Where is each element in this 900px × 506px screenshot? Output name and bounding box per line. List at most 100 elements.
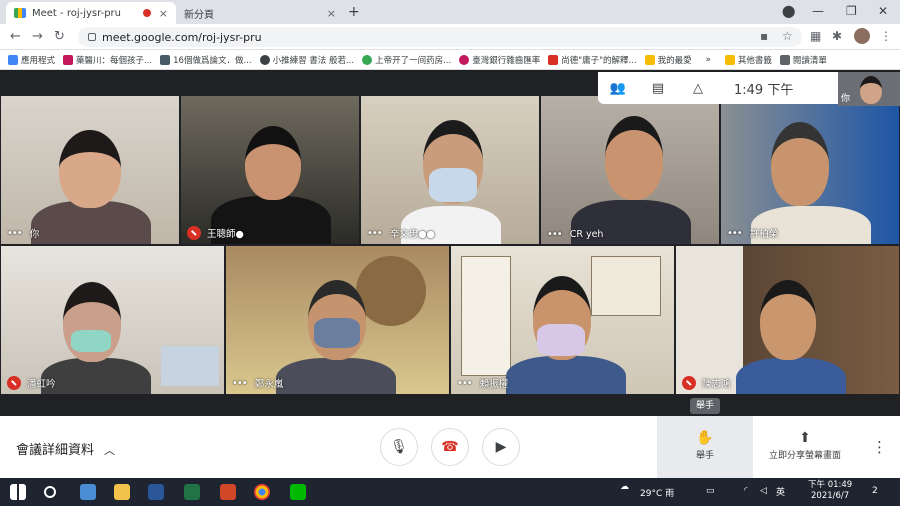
participant-name: 陳志鴻 [702, 379, 731, 390]
menu-icon[interactable]: ⋮ [880, 29, 892, 43]
meeting-details-button[interactable]: 會議詳細資料 ︿ [16, 439, 115, 458]
chevron-up-icon: ︿ [104, 444, 116, 457]
participant-name: 賴振權 [479, 379, 509, 390]
url-text: meet.google.com/roj-jysr-pru [102, 30, 262, 44]
bookmark-item[interactable]: 16個做爲論文．做... [160, 54, 252, 66]
meet-favicon-icon [14, 8, 26, 18]
star-icon[interactable]: ☆ [782, 29, 793, 43]
audio-indicator-icon: ••• [367, 227, 383, 239]
weather-text[interactable]: 29°C 雨 [640, 486, 674, 499]
bookmark-icon [362, 54, 373, 65]
reload-button[interactable]: ↻ [54, 29, 65, 44]
present-icon: ⬆ [799, 430, 811, 446]
new-tab-button[interactable]: + [348, 4, 360, 20]
apps-icon [8, 54, 18, 65]
forward-button[interactable]: → [32, 29, 43, 44]
folder-icon [724, 54, 735, 65]
present-screen-button[interactable]: ⬆ 立即分享螢幕畫面 [760, 416, 850, 478]
app-icon[interactable] [80, 484, 96, 500]
chrome-icon[interactable] [254, 484, 270, 500]
meeting-info-bar: 👥 ▤ △ 1:49 下午 [598, 72, 838, 104]
bookmark-icon [63, 54, 74, 65]
profile-icon[interactable]: ⬤ [782, 4, 795, 18]
self-view[interactable]: 你 [838, 72, 900, 106]
ime-indicator[interactable]: 英 [776, 485, 785, 498]
audio-indicator-icon: ••• [547, 229, 563, 240]
bookmark-item[interactable]: 上帝开了一间药房... [362, 54, 451, 66]
url-field[interactable]: meet.google.com/roj-jysr-pru [78, 27, 802, 47]
folder-icon [644, 54, 655, 65]
clock[interactable]: 下午 01:49 2021/6/7 [808, 480, 852, 502]
mic-off-icon [682, 376, 696, 390]
bookmark-folder[interactable]: 我的最愛 [644, 54, 692, 66]
participant-tile[interactable]: 陳志鴻 [675, 245, 900, 395]
bookmark-item[interactable]: 小推練習 書法 般若... [259, 54, 354, 66]
reading-list[interactable]: 閱讀清單 [779, 54, 827, 66]
close-tab-icon[interactable]: × [159, 7, 168, 20]
back-button[interactable]: ← [10, 29, 21, 44]
participant-tile[interactable]: ••• 你 [0, 95, 180, 245]
bookmark-folder[interactable]: 其他書籤 [724, 54, 772, 66]
camera-icon[interactable]: ▪ [760, 29, 768, 43]
leave-call-button[interactable]: ☎ [431, 428, 469, 466]
wifi-icon[interactable]: ◜ [744, 486, 748, 496]
audio-indicator-icon: ••• [727, 227, 743, 239]
bookmarks-bar: 應用程式 藥醫川：每個孩子... 16個做爲論文．做... 小推練習 書法 般若… [0, 50, 900, 70]
bookmark-item[interactable]: 應用程式 [8, 54, 55, 66]
notifications-badge[interactable]: 2 [872, 486, 878, 496]
bookmark-item[interactable]: 藥醫川：每個孩子... [63, 54, 152, 66]
participant-tile[interactable]: ••• 辛文忠●● [360, 95, 540, 245]
participant-tile[interactable]: ••• 賴振權 [450, 245, 675, 395]
grid-icon[interactable]: ▦ [810, 29, 821, 43]
bookmark-icon [459, 54, 470, 65]
bookmark-item[interactable]: 尚德"庸子"的解釋... [548, 54, 637, 66]
battery-icon[interactable]: ▭ [706, 486, 715, 496]
chat-icon[interactable]: ▤ [638, 81, 678, 96]
line-icon[interactable] [290, 484, 306, 500]
participant-tile[interactable]: ••• 許柏榮 [720, 95, 900, 245]
participant-tile[interactable]: 王聰師● [180, 95, 360, 245]
more-options-icon[interactable]: ⋮ [872, 438, 887, 456]
close-window-button[interactable]: ✕ [878, 4, 888, 18]
tab-meet[interactable]: Meet - roj-jysr-pru × [6, 2, 176, 24]
tab-bar: Meet - roj-jysr-pru × 新分頁 × + ⬤ — ❐ ✕ [0, 0, 900, 24]
excel-icon[interactable] [184, 484, 200, 500]
audio-indicator-icon: ••• [457, 377, 473, 389]
video-grid: ••• 你 王聰師● ••• 辛文忠●● ••• CR yeh ••• 許柏榮 潘虹吟 [0, 70, 900, 416]
participant-tile[interactable]: 潘虹吟 [0, 245, 225, 395]
self-label: 你 [841, 94, 851, 104]
word-icon[interactable] [148, 484, 164, 500]
audio-indicator-icon: ••• [232, 377, 248, 389]
participant-tile[interactable]: ••• CR yeh [540, 95, 720, 245]
taskbar: ☁ 29°C 雨 ▭ ◜ ◁ 英 下午 01:49 2021/6/7 2 [0, 478, 900, 506]
tab-new[interactable]: 新分頁 × [176, 2, 344, 24]
activities-icon[interactable]: △ [678, 81, 718, 96]
bookmark-icon [259, 54, 270, 65]
participant-tile[interactable]: ••• 鄭永嵐 [225, 245, 450, 395]
microphone-button[interactable]: 🎙 [380, 428, 418, 466]
restore-button[interactable]: ❐ [846, 4, 857, 18]
weather-icon[interactable]: ☁ [620, 482, 629, 492]
mic-off-icon [7, 376, 21, 390]
tab-title: Meet - roj-jysr-pru [32, 7, 121, 19]
search-icon[interactable] [44, 486, 56, 498]
bookmark-icon [160, 54, 171, 65]
participant-name: 你 [29, 229, 40, 240]
extensions-icon[interactable]: ✱ [832, 29, 842, 43]
volume-icon[interactable]: ◁ [760, 486, 767, 496]
tab-title: 新分頁 [184, 9, 214, 21]
close-tab-icon[interactable]: × [327, 7, 336, 20]
address-bar: ← → ↻ meet.google.com/roj-jysr-pru ▪ ☆ ▦… [0, 24, 900, 50]
bookmarks-more[interactable]: » [706, 55, 711, 65]
profile-avatar[interactable] [854, 28, 870, 44]
bookmark-item[interactable]: 臺灣銀行雜齒匯率 [459, 54, 540, 66]
folder-icon[interactable] [114, 484, 130, 500]
people-icon[interactable]: 👥 [598, 81, 638, 96]
raise-hand-button[interactable]: ✋ 舉手 [657, 416, 753, 478]
minimize-button[interactable]: — [812, 4, 824, 18]
participant-name: CR yeh [569, 229, 604, 240]
start-icon[interactable] [10, 484, 26, 500]
camera-button[interactable]: ▶ [482, 428, 520, 466]
powerpoint-icon[interactable] [220, 484, 236, 500]
participant-name: 許柏榮 [749, 229, 779, 240]
